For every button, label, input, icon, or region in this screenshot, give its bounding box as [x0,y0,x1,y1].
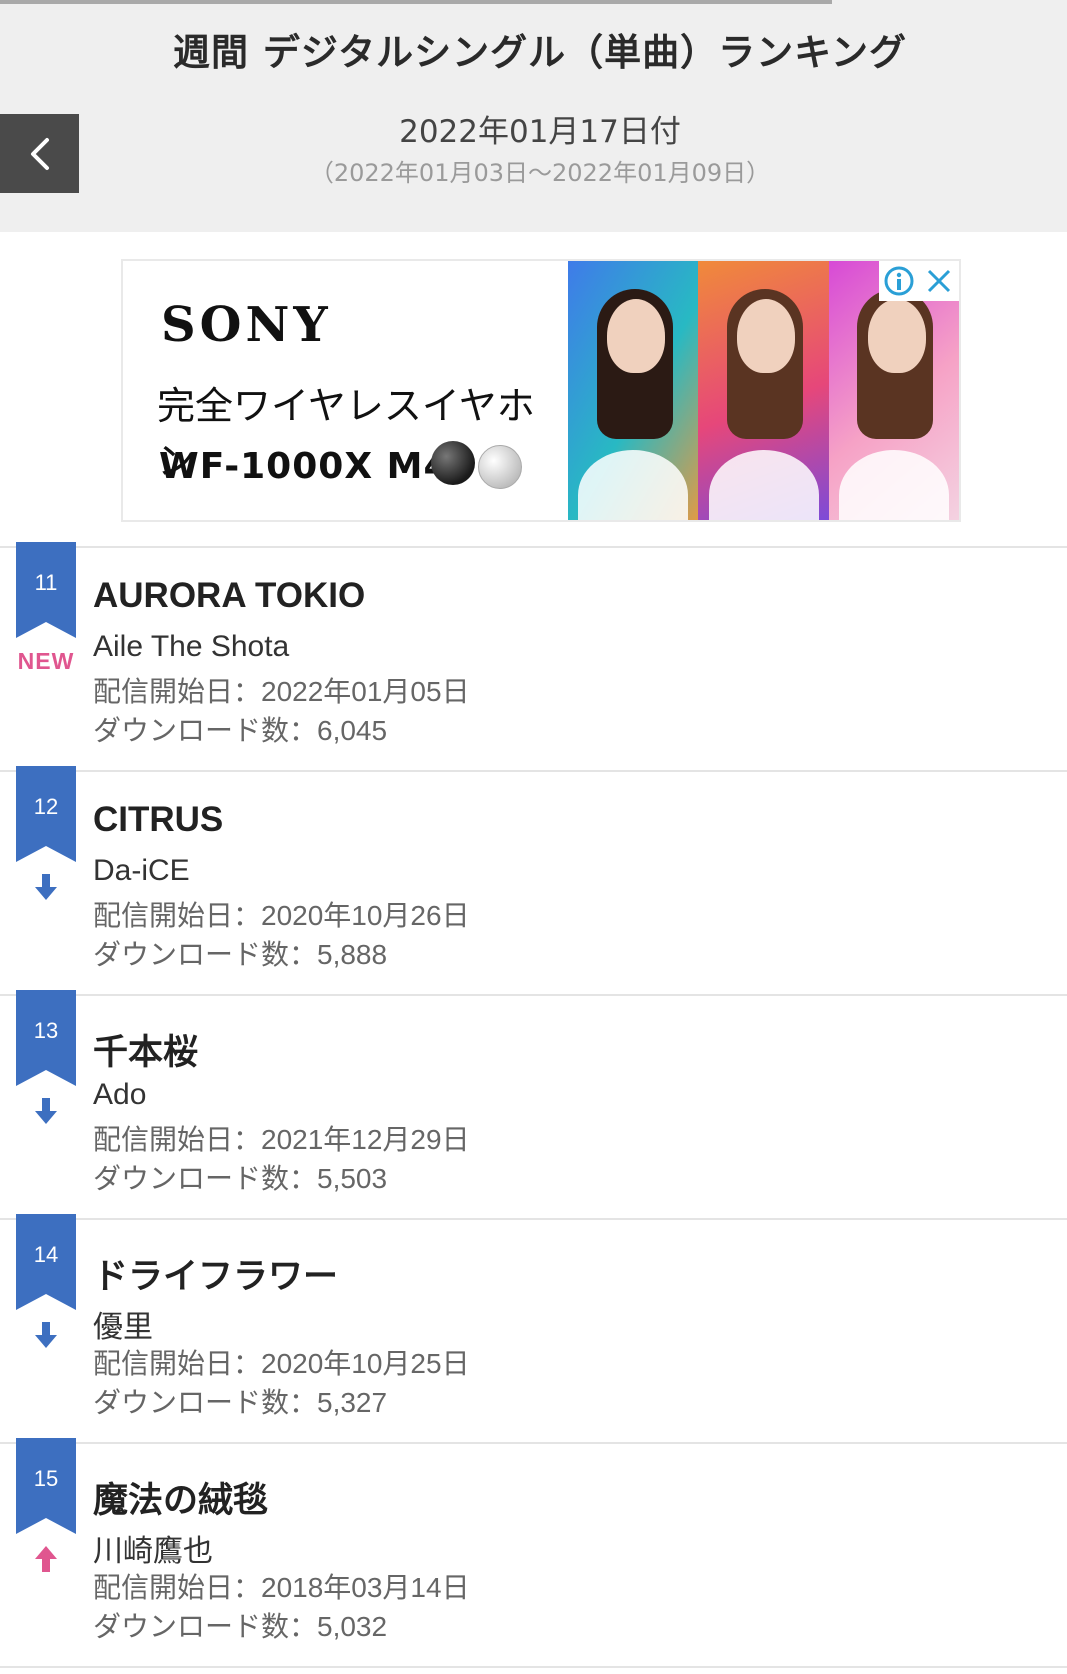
new-entry-label: NEW [17,648,75,674]
face-shape [867,299,926,373]
download-count: ダウンロード数：5,503 [93,1163,388,1194]
info-icon [884,266,914,296]
earbud-white-image [478,445,522,489]
movement-indicator [16,1096,76,1130]
arrow-up-icon [35,1546,57,1572]
arrow-down-icon [35,1322,57,1348]
ranking-list: 11 NEW AURORA TOKIO Aile The Shota 配信開始日… [0,542,1067,1674]
download-count: ダウンロード数：6,045 [93,715,388,746]
movement-indicator: NEW [16,648,76,675]
earbud-black-image [431,441,475,485]
rank-number: 14 [33,1242,59,1267]
shoulder-shape [708,450,819,520]
ranking-item[interactable]: 13 千本桜 Ado 配信開始日：2021年12月29日 ダウンロード数：5,5… [0,990,1067,1218]
close-icon [927,269,951,293]
artist-name[interactable]: 優里 [93,1302,153,1346]
download-count: ダウンロード数：5,327 [93,1387,388,1418]
download-count: ダウンロード数：5,888 [93,939,388,970]
ad-info-button[interactable] [879,261,919,301]
ad-controls [879,261,959,301]
ad-brand-logo: SONY [161,297,332,353]
shoulder-shape [839,450,950,520]
release-date: 配信開始日：2020年10月25日 [93,1348,470,1379]
ad-model-name: WF-1000X M4 [159,446,450,487]
movement-indicator [16,872,76,906]
tracking-period: （2022年01月03日～2022年01月09日） [309,159,771,187]
advertisement-banner[interactable]: SONY 完全ワイヤレスイヤホン WF-1000X M4 [121,259,961,522]
movement-indicator [16,1544,76,1578]
rank-number: 15 [33,1466,59,1491]
artist-name[interactable]: Ado [93,1078,146,1112]
movement-indicator [16,1320,76,1354]
song-title[interactable]: CITRUS [93,800,223,840]
ranking-item[interactable]: 14 ドライフラワー 優里 配信開始日：2020年10月25日 ダウンロード数：… [0,1214,1067,1442]
download-count: ダウンロード数：5,032 [93,1611,388,1642]
page-title: 週間 デジタルシングル（単曲）ランキング [172,31,908,74]
list-divider [0,1666,1067,1674]
song-title[interactable]: 千本桜 [93,1024,198,1075]
ad-photo-model-2 [698,261,829,520]
arrow-down-icon [35,874,57,900]
loading-progress-bar [0,0,833,4]
ranking-item[interactable]: 12 CITRUS Da-iCE 配信開始日：2020年10月26日 ダウンロー… [0,766,1067,994]
shoulder-shape [578,450,689,520]
arrow-down-icon [35,1098,57,1124]
release-date: 配信開始日：2020年10月26日 [93,900,470,931]
artist-name[interactable]: Da-iCE [93,854,190,888]
ad-photo-model-1 [568,261,699,520]
artist-name[interactable]: 川崎鷹也 [93,1526,213,1570]
ranking-item[interactable]: 15 魔法の絨毯 川崎鷹也 配信開始日：2018年03月14日 ダウンロード数：… [0,1438,1067,1666]
song-title[interactable]: 魔法の絨毯 [93,1472,268,1523]
issue-date: 2022年01月17日付 [399,114,681,150]
rank-number: 11 [34,570,58,595]
face-shape [607,299,666,373]
artist-name[interactable]: Aile The Shota [93,630,289,664]
rank-number: 13 [33,1018,59,1043]
release-date: 配信開始日：2022年01月05日 [93,676,470,707]
page-header: 週間 デジタルシングル（単曲）ランキング 2022年01月17日付 （2022年… [0,0,1067,232]
release-date: 配信開始日：2021年12月29日 [93,1124,470,1155]
ranking-item[interactable]: 11 NEW AURORA TOKIO Aile The Shota 配信開始日… [0,542,1067,770]
ad-close-button[interactable] [919,261,959,301]
face-shape [737,299,796,373]
ad-copy-panel: SONY 完全ワイヤレスイヤホン WF-1000X M4 [123,261,568,520]
rank-number: 12 [33,794,59,819]
song-title[interactable]: ドライフラワー [93,1248,338,1299]
release-date: 配信開始日：2018年03月14日 [93,1572,470,1603]
song-title[interactable]: AURORA TOKIO [93,576,365,616]
